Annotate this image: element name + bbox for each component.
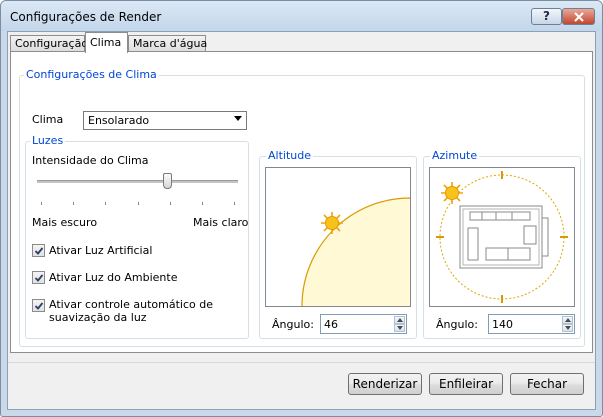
footer-divider bbox=[8, 362, 595, 363]
azimuth-diagram bbox=[436, 171, 568, 303]
close-icon bbox=[573, 12, 584, 22]
slider-tick bbox=[202, 202, 203, 205]
ambient-light-label[interactable]: Ativar Luz do Ambiente bbox=[49, 271, 177, 284]
sun-icon bbox=[441, 182, 463, 204]
altitude-legend: Altitude bbox=[266, 149, 313, 162]
spin-down-icon[interactable] bbox=[394, 324, 405, 332]
azimuth-angle-input[interactable]: 140 bbox=[488, 314, 575, 334]
slider-tick bbox=[41, 202, 42, 205]
auto-smoothing-label-line2[interactable]: suavização da luz bbox=[49, 311, 147, 324]
queue-button[interactable]: Enfileirar bbox=[429, 373, 503, 395]
azimuth-angle-value: 140 bbox=[492, 318, 513, 331]
lights-legend: Luzes bbox=[30, 134, 66, 147]
slider-tick bbox=[170, 202, 171, 205]
climate-select[interactable]: Ensolarado bbox=[83, 111, 247, 130]
climate-label: Clima bbox=[32, 113, 64, 126]
floor-plan bbox=[459, 205, 549, 269]
spin-up-icon[interactable] bbox=[394, 316, 405, 324]
chevron-down-icon bbox=[234, 116, 242, 121]
slider-tick bbox=[105, 202, 106, 205]
ambient-light-checkbox[interactable] bbox=[32, 271, 45, 284]
slider-tick bbox=[234, 202, 235, 205]
slider-tick bbox=[73, 202, 74, 205]
auto-smoothing-label-line1[interactable]: Ativar controle automático de bbox=[49, 298, 213, 311]
checkmark-icon bbox=[34, 274, 44, 282]
spin-down-icon[interactable] bbox=[562, 324, 573, 332]
artificial-light-checkbox[interactable] bbox=[32, 244, 45, 257]
tab-clima[interactable]: Clima bbox=[85, 32, 128, 53]
tab-marca-dagua[interactable]: Marca d'água bbox=[128, 35, 207, 52]
help-icon: ? bbox=[543, 9, 550, 23]
sun-icon bbox=[321, 212, 343, 234]
slider-max-label: Mais claro bbox=[193, 216, 249, 229]
intensity-slider-track[interactable] bbox=[37, 180, 238, 183]
close-dialog-button[interactable]: Fechar bbox=[510, 373, 584, 395]
altitude-angle-value: 46 bbox=[324, 318, 338, 331]
altitude-angle-input[interactable]: 46 bbox=[320, 314, 407, 334]
spin-up-icon[interactable] bbox=[562, 316, 573, 324]
azimuth-legend: Azimute bbox=[430, 149, 480, 162]
climate-select-value: Ensolarado bbox=[88, 114, 150, 127]
close-button[interactable] bbox=[562, 8, 595, 25]
slider-tick bbox=[138, 202, 139, 205]
title-bar[interactable]: Configurações de Render ? bbox=[1, 1, 602, 31]
altitude-angle-spinner[interactable] bbox=[394, 316, 405, 332]
intensity-slider-thumb[interactable] bbox=[163, 173, 173, 189]
help-button[interactable]: ? bbox=[531, 8, 562, 25]
dialog-body: Configuração Clima Marca d'água Configur… bbox=[7, 31, 596, 410]
intensity-label: Intensidade do Clima bbox=[32, 154, 149, 167]
slider-min-label: Mais escuro bbox=[32, 216, 98, 229]
altitude-preview[interactable] bbox=[265, 167, 411, 307]
checkmark-icon bbox=[34, 247, 44, 255]
altitude-diagram bbox=[301, 197, 410, 306]
azimuth-angle-label: Ângulo: bbox=[436, 318, 478, 331]
climate-tab-panel: Configurações de Clima Clima Ensolarado … bbox=[10, 51, 593, 353]
artificial-light-label[interactable]: Ativar Luz Artificial bbox=[49, 244, 152, 257]
auto-smoothing-checkbox[interactable] bbox=[32, 299, 45, 312]
checkmark-icon bbox=[34, 302, 44, 310]
azimuth-preview[interactable] bbox=[429, 167, 575, 307]
azimuth-angle-spinner[interactable] bbox=[562, 316, 573, 332]
render-button[interactable]: Renderizar bbox=[348, 373, 422, 395]
tab-configuracao[interactable]: Configuração bbox=[10, 35, 88, 52]
climate-settings-legend: Configurações de Clima bbox=[24, 68, 159, 81]
window-title: Configurações de Render bbox=[10, 10, 162, 24]
altitude-angle-label: Ângulo: bbox=[272, 318, 314, 331]
render-settings-window: Configurações de Render ? Configuração C… bbox=[0, 0, 603, 417]
